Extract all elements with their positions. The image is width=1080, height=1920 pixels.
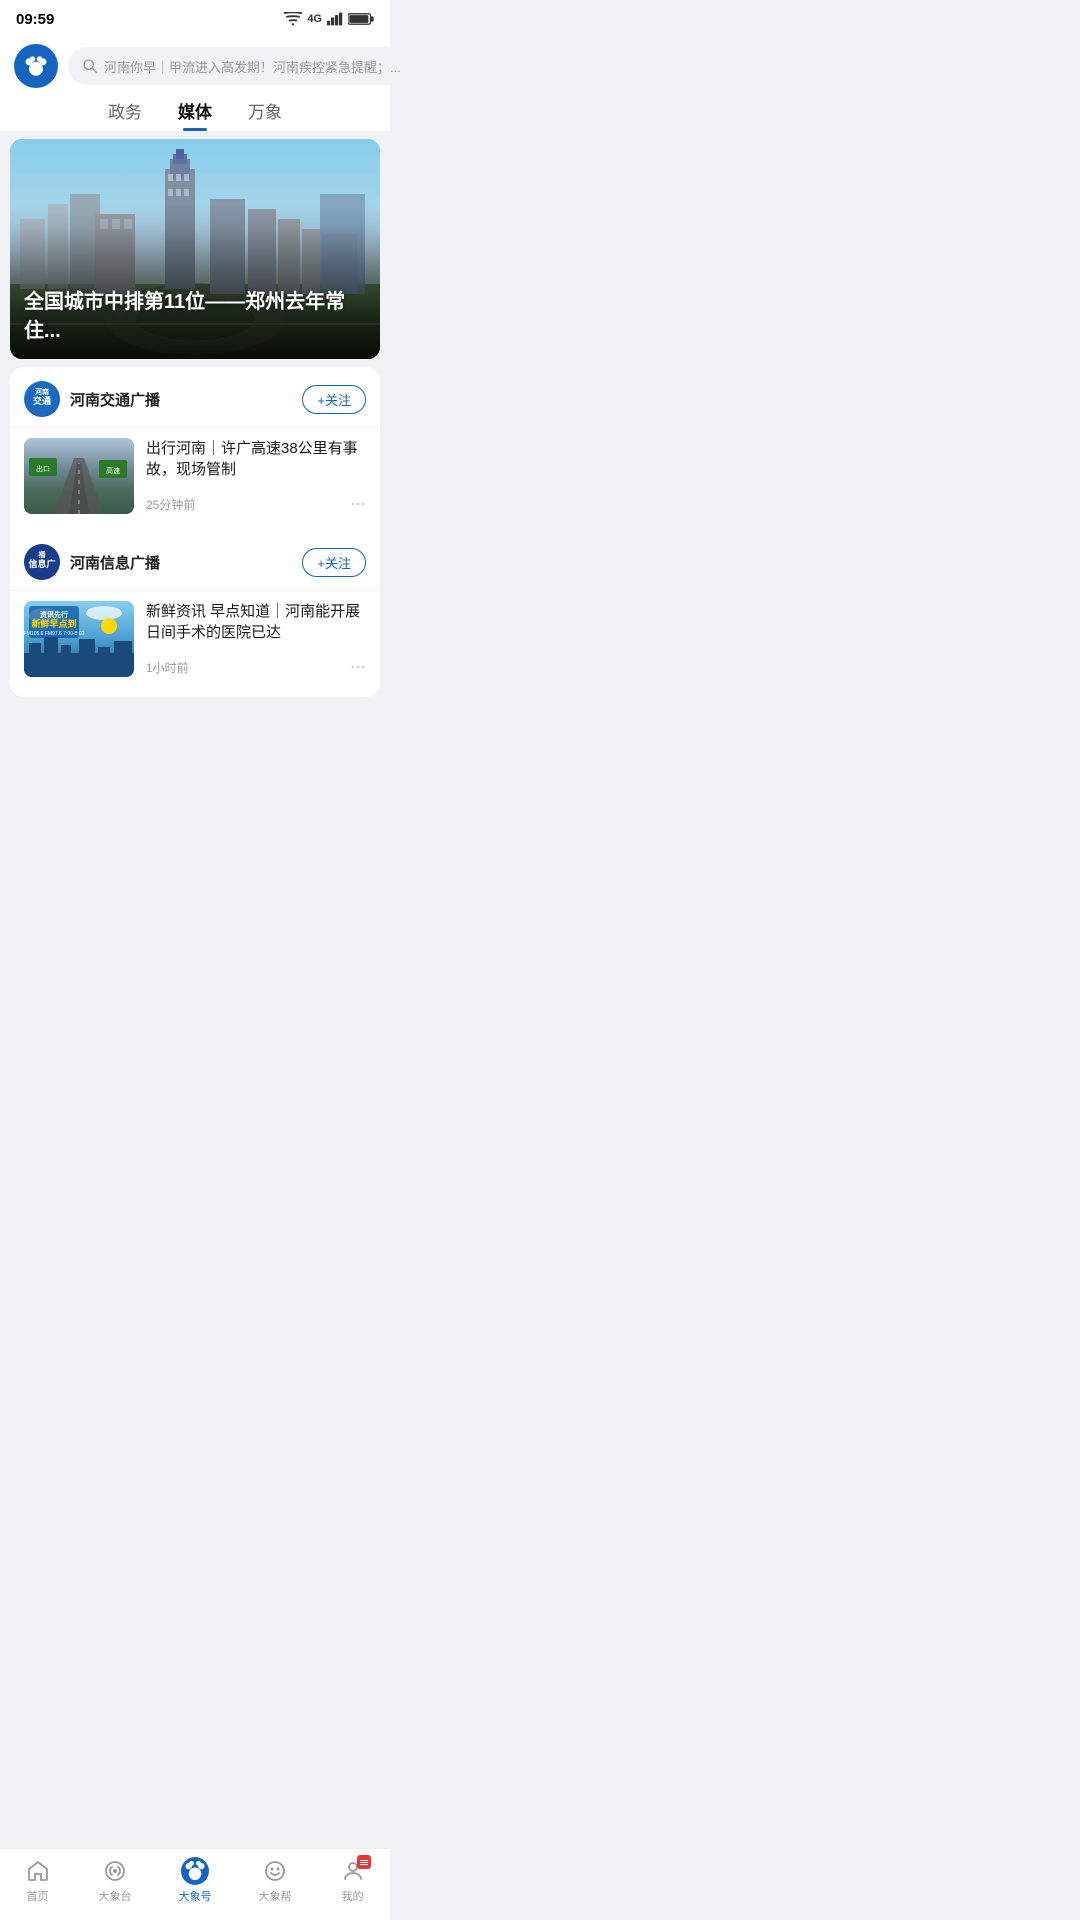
news-title-info: 新鲜资讯 早点知道｜河南能开展日间手术的医院已达 — [146, 601, 366, 643]
hero-banner[interactable]: 全国城市中排第11位——郑州去年常住... — [10, 139, 380, 359]
news-content-info: 新鲜资讯 早点知道｜河南能开展日间手术的医院已达 1小时前 ⋯ — [146, 601, 366, 677]
news-card-section: 交通 河南 河南交通广播 +关注 — [10, 367, 380, 697]
more-button-info[interactable]: ⋯ — [350, 657, 366, 677]
nav-label-daxiangtai: 大象台 — [99, 1888, 132, 1904]
channel-header-traffic: 交通 河南 河南交通广播 +关注 — [10, 367, 380, 427]
tab-everything[interactable]: 万象 — [248, 98, 282, 131]
channel-avatar-info[interactable]: 信息广 播 — [24, 544, 60, 580]
battery-icon — [348, 12, 374, 26]
nav-item-daxiangbang[interactable]: 大象帮 — [259, 1857, 292, 1904]
news-time-traffic: 25分钟前 — [146, 496, 195, 513]
search-bar[interactable]: 河南你早｜甲流进入高发期！河南疾控紧急提醒；... — [68, 47, 415, 85]
home-icon — [24, 1857, 52, 1885]
svg-text:播: 播 — [39, 550, 47, 559]
news-item-traffic[interactable]: 出口 高速 出行河南｜许广高速38公里有事故，现场管制 25分钟前 ⋯ — [10, 427, 380, 526]
status-time: 09:59 — [16, 11, 54, 28]
nav-item-daxianghao[interactable]: 大象号 — [179, 1857, 212, 1904]
tab-politics[interactable]: 政务 — [108, 98, 142, 131]
news-meta-traffic: 25分钟前 ⋯ — [146, 494, 366, 514]
nav-item-mine[interactable]: 我的 — [339, 1857, 367, 1904]
wifi-icon — [284, 12, 302, 26]
tab-bar: 政务 媒体 万象 — [0, 88, 390, 131]
app-logo[interactable] — [14, 44, 58, 88]
channel-header-info: 信息广 播 河南信息广播 +关注 — [10, 530, 380, 590]
nav-item-home[interactable]: 首页 — [24, 1857, 52, 1904]
nav-item-daxiangtai[interactable]: 大象台 — [99, 1857, 132, 1904]
svg-text:高速: 高速 — [106, 466, 120, 475]
svg-text:FM105.6 FM97.6 7:00-8:00: FM105.6 FM97.6 7:00-8:00 — [24, 631, 85, 637]
nav-label-daxiangbang: 大象帮 — [259, 1888, 292, 1904]
channel-name-traffic: 河南交通广播 — [70, 389, 160, 410]
news-item-info[interactable]: 资讯先行 新鲜早点到 FM105.6 FM97.6 7:00-8:00 新鲜资讯… — [10, 590, 380, 689]
daxiangbang-icon — [261, 1857, 289, 1885]
news-thumb-traffic: 出口 高速 — [24, 438, 134, 514]
news-time-info: 1小时前 — [146, 659, 189, 676]
search-input-placeholder: 河南你早｜甲流进入高发期！河南疾控紧急提醒；... — [104, 57, 401, 76]
signal-bars-icon — [327, 12, 343, 26]
signal-4g-icon: 4G — [307, 13, 322, 25]
news-meta-info: 1小时前 ⋯ — [146, 657, 366, 677]
channel-avatar-traffic[interactable]: 交通 河南 — [24, 381, 60, 417]
channel-info-info: 信息广 播 河南信息广播 — [24, 544, 160, 580]
follow-button-info[interactable]: +关注 — [302, 548, 366, 577]
svg-text:交通: 交通 — [33, 395, 51, 406]
news-thumb-info: 资讯先行 新鲜早点到 FM105.6 FM97.6 7:00-8:00 — [24, 601, 134, 677]
svg-text:河南: 河南 — [35, 387, 49, 396]
header: 河南你早｜甲流进入高发期！河南疾控紧急提醒；... — [0, 36, 390, 88]
hero-title: 全国城市中排第11位——郑州去年常住... — [24, 285, 366, 343]
follow-button-traffic[interactable]: +关注 — [302, 385, 366, 414]
tab-media[interactable]: 媒体 — [178, 98, 212, 131]
daxiangtai-icon — [101, 1857, 129, 1885]
news-content-traffic: 出行河南｜许广高速38公里有事故，现场管制 25分钟前 ⋯ — [146, 438, 366, 514]
search-icon — [82, 58, 98, 74]
channel-info-traffic: 交通 河南 河南交通广播 — [24, 381, 160, 417]
svg-text:资讯先行: 资讯先行 — [40, 610, 68, 619]
more-button-traffic[interactable]: ⋯ — [350, 494, 366, 514]
nav-label-daxianghao: 大象号 — [179, 1888, 212, 1904]
daxianghao-icon — [181, 1857, 209, 1885]
channel-name-info: 河南信息广播 — [70, 552, 160, 573]
status-icons: 4G — [284, 12, 374, 26]
mine-icon — [339, 1857, 367, 1885]
svg-text:信息广: 信息广 — [28, 558, 55, 569]
bottom-nav: 首页 大象台 大象号 — [0, 1848, 390, 1920]
svg-text:出口: 出口 — [36, 464, 50, 473]
news-title-traffic: 出行河南｜许广高速38公里有事故，现场管制 — [146, 438, 366, 480]
mine-badge — [357, 1855, 371, 1869]
svg-text:新鲜早点到: 新鲜早点到 — [31, 618, 76, 629]
status-bar: 09:59 4G — [0, 0, 390, 36]
nav-label-mine: 我的 — [342, 1888, 364, 1904]
nav-label-home: 首页 — [27, 1888, 49, 1904]
